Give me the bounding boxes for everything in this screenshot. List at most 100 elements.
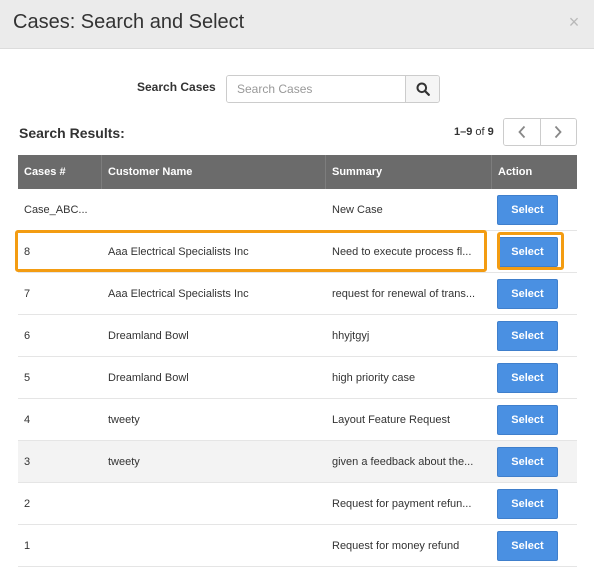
pager-count: 1–9 of 9 <box>454 126 494 138</box>
chevron-right-icon <box>555 125 562 139</box>
customer-name-text: tweety <box>108 413 140 426</box>
column-header-action: Action <box>498 166 533 178</box>
customer-name-text: tweety <box>108 455 140 468</box>
select-button[interactable]: Select <box>497 320 558 351</box>
customer-name: Dreamland Bowl <box>102 357 326 398</box>
chevron-left-icon <box>518 125 525 139</box>
select-button[interactable]: Select <box>497 362 558 393</box>
case-number: Case_ABC... <box>18 189 102 230</box>
table-row[interactable]: 2 Request for payment refun... Select <box>18 483 577 525</box>
action-cell: Select <box>492 273 577 314</box>
customer-name: tweety <box>102 399 326 440</box>
case-number-text: 5 <box>24 371 31 384</box>
case-number: 5 <box>18 357 102 398</box>
customer-name <box>102 483 326 524</box>
summary-text: high priority case <box>332 371 416 384</box>
select-button[interactable]: Select <box>497 236 558 267</box>
customer-name-text: Aaa Electrical Specialists Inc <box>108 287 249 300</box>
action-cell: Select <box>492 441 577 482</box>
table-row[interactable]: 1 Request for money refund Select <box>18 525 577 567</box>
action-cell: Select <box>492 525 577 566</box>
select-button[interactable]: Select <box>497 530 558 561</box>
summary-text: given a feedback about the... <box>332 455 474 468</box>
case-number-text: 4 <box>24 413 31 426</box>
summary: Request for money refund <box>326 525 492 566</box>
select-button[interactable]: Select <box>497 446 558 477</box>
action-cell: Select <box>492 357 577 398</box>
summary: given a feedback about the... <box>326 441 492 482</box>
table-row[interactable]: 4 tweety Layout Feature Request Select <box>18 399 577 441</box>
customer-name: tweety <box>102 441 326 482</box>
case-number: 7 <box>18 273 102 314</box>
case-number: 8 <box>18 231 102 272</box>
summary-text: New Case <box>332 203 383 216</box>
case-number: 6 <box>18 315 102 356</box>
action-cell: Select <box>492 483 577 524</box>
customer-name-text: Dreamland Bowl <box>108 371 189 384</box>
case-number-text: 8 <box>24 245 31 258</box>
customer-name <box>102 189 326 230</box>
select-button[interactable]: Select <box>497 278 558 309</box>
case-number-text: 3 <box>24 455 31 468</box>
select-button[interactable]: Select <box>497 404 558 435</box>
column-header-summary[interactable]: Summary <box>326 155 492 189</box>
modal-title: Cases: Search and Select <box>13 11 245 33</box>
table-row[interactable]: 3 tweety given a feedback about the... S… <box>18 441 577 483</box>
pager-range: 1–9 <box>454 126 473 138</box>
table-row[interactable]: 6 Dreamland Bowl hhyjtgyj Select <box>18 315 577 357</box>
customer-name-text: Dreamland Bowl <box>108 329 189 342</box>
customer-name <box>102 525 326 566</box>
summary: hhyjtgyj <box>326 315 492 356</box>
prev-page-button[interactable] <box>504 119 540 145</box>
results-table: Cases # Customer Name Summary Action Cas… <box>18 155 577 567</box>
search-icon <box>416 82 430 96</box>
action-cell: Select <box>492 189 577 230</box>
close-icon[interactable]: × <box>567 13 581 31</box>
table-row[interactable]: 7 Aaa Electrical Specialists Inc request… <box>18 273 577 315</box>
search-box <box>226 75 440 103</box>
customer-name: Aaa Electrical Specialists Inc <box>102 273 326 314</box>
case-number-text: 7 <box>24 287 31 300</box>
summary: New Case <box>326 189 492 230</box>
summary-text: request for renewal of trans... <box>332 287 476 300</box>
case-number: 1 <box>18 525 102 566</box>
customer-name-text: Aaa Electrical Specialists Inc <box>108 245 249 258</box>
pager-total: 9 <box>487 126 494 138</box>
action-cell: Select <box>492 231 577 272</box>
summary: Need to execute process fl... <box>326 231 492 272</box>
summary-text: Request for payment refun... <box>332 497 472 510</box>
table-row[interactable]: 8 Aaa Electrical Specialists Inc Need to… <box>18 231 577 273</box>
customer-name: Dreamland Bowl <box>102 315 326 356</box>
summary: Request for payment refun... <box>326 483 492 524</box>
summary: Layout Feature Request <box>326 399 492 440</box>
table-header: Cases # Customer Name Summary Action <box>18 155 577 189</box>
summary-text: hhyjtgyj <box>332 329 370 342</box>
summary: high priority case <box>326 357 492 398</box>
column-header-case[interactable]: Cases # <box>18 155 102 189</box>
case-number-text: Case_ABC... <box>24 203 88 216</box>
case-number-text: 6 <box>24 329 31 342</box>
case-number: 3 <box>18 441 102 482</box>
column-header-customer[interactable]: Customer Name <box>102 155 326 189</box>
results-title: Search Results: <box>19 125 125 141</box>
search-label: Search Cases <box>137 80 216 94</box>
select-button[interactable]: Select <box>497 194 558 225</box>
summary-text: Request for money refund <box>332 539 460 552</box>
pager-of: of <box>475 126 485 138</box>
action-cell: Select <box>492 399 577 440</box>
summary-text: Layout Feature Request <box>332 413 451 426</box>
case-number-text: 2 <box>24 497 31 510</box>
case-number: 4 <box>18 399 102 440</box>
case-number-text: 1 <box>24 539 31 552</box>
case-number: 2 <box>18 483 102 524</box>
search-button[interactable] <box>405 76 439 102</box>
pager <box>503 118 577 146</box>
customer-name: Aaa Electrical Specialists Inc <box>102 231 326 272</box>
action-cell: Select <box>492 315 577 356</box>
search-input[interactable] <box>227 76 405 102</box>
select-button[interactable]: Select <box>497 488 558 519</box>
table-row[interactable]: Case_ABC... New Case Select <box>18 189 577 231</box>
summary: request for renewal of trans... <box>326 273 492 314</box>
table-row[interactable]: 5 Dreamland Bowl high priority case Sele… <box>18 357 577 399</box>
next-page-button[interactable] <box>539 119 576 145</box>
